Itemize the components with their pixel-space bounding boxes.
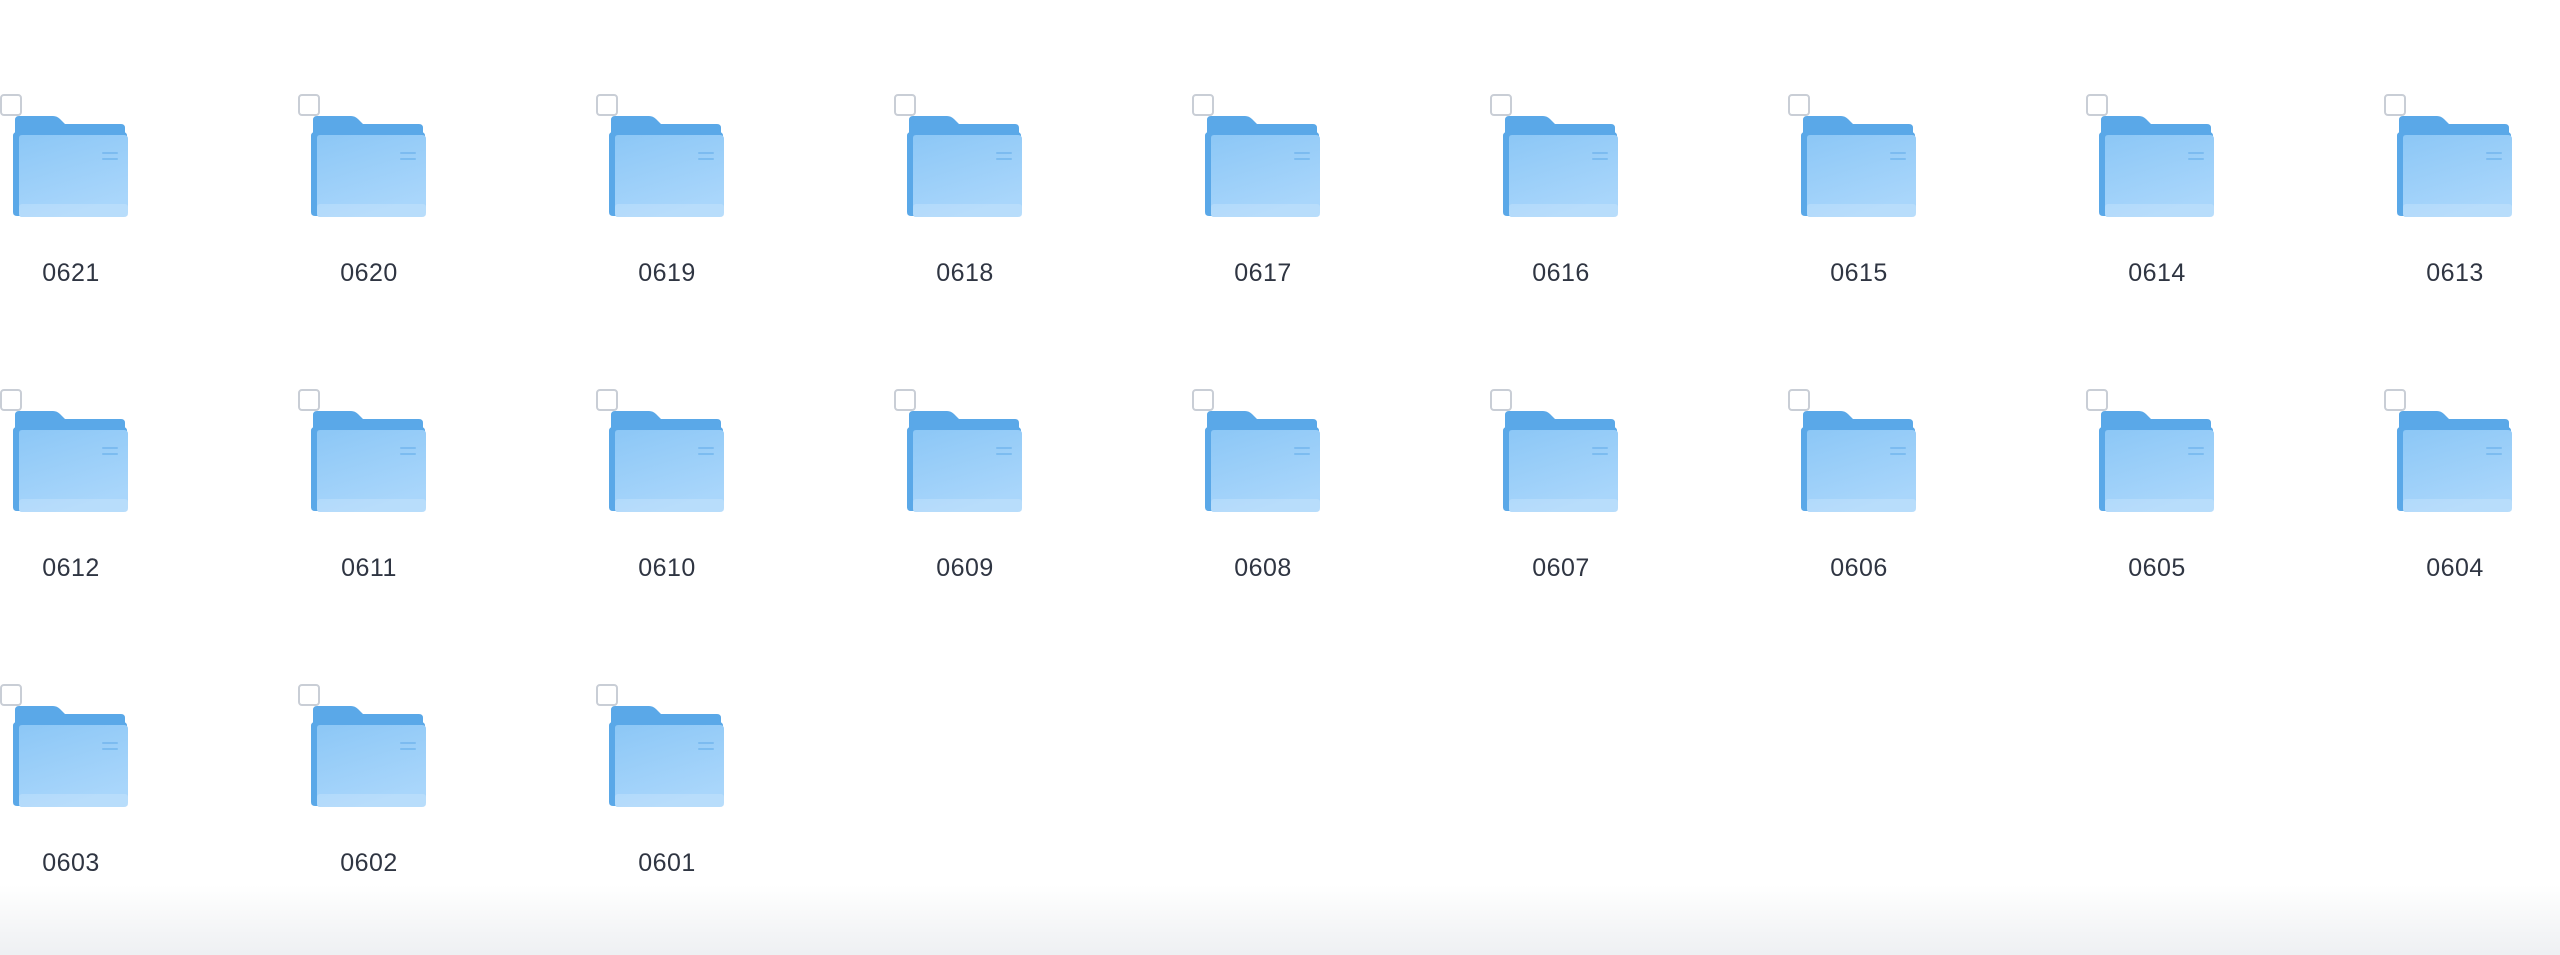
folder-icon [2397,411,2512,512]
folder-item[interactable]: 0606 [1788,295,1948,582]
folder-item[interactable]: 0617 [1192,0,1352,287]
folder-icon [1205,116,1320,217]
select-checkbox[interactable] [1788,94,1810,116]
folder-name: 0601 [638,849,696,877]
select-checkbox[interactable] [2086,94,2108,116]
folder-item[interactable]: 0611 [298,295,458,582]
folder-item[interactable]: 0609 [894,295,1054,582]
folder-icon [609,706,724,807]
folder-icon [13,706,128,807]
folder-name: 0617 [1234,259,1292,287]
select-checkbox[interactable] [0,94,22,116]
folder-item[interactable]: 0613 [2384,0,2544,287]
folder-name: 0612 [42,554,100,582]
folder-grid: 0621 0620 0619 0618 0617 0616 0615 0614 0613 0612… [0,0,2560,955]
folder-icon [907,116,1022,217]
folder-name: 0604 [2426,554,2484,582]
select-checkbox[interactable] [0,389,22,411]
folder-icon [907,411,1022,512]
select-checkbox[interactable] [1192,389,1214,411]
folder-icon [609,116,724,217]
folder-name: 0611 [341,554,397,582]
folder-item[interactable]: 0620 [298,0,458,287]
select-checkbox[interactable] [894,94,916,116]
folder-name: 0616 [1532,259,1590,287]
folder-name: 0607 [1532,554,1590,582]
select-checkbox[interactable] [596,684,618,706]
bottom-scroll-shadow [0,885,2560,955]
folder-item[interactable]: 0602 [298,590,458,877]
select-checkbox[interactable] [298,389,320,411]
folder-icon [311,116,426,217]
folder-name: 0613 [2426,259,2484,287]
folder-name: 0621 [42,259,100,287]
select-checkbox[interactable] [2384,94,2406,116]
folder-name: 0610 [638,554,696,582]
select-checkbox[interactable] [1490,389,1512,411]
folder-name: 0619 [638,259,696,287]
folder-icon [13,116,128,217]
folder-item[interactable]: 0614 [2086,0,2246,287]
folder-item[interactable]: 0604 [2384,295,2544,582]
folder-item[interactable]: 0610 [596,295,756,582]
select-checkbox[interactable] [894,389,916,411]
folder-item[interactable]: 0618 [894,0,1054,287]
folder-icon [13,411,128,512]
folder-item[interactable]: 0607 [1490,295,1650,582]
folder-icon [311,706,426,807]
select-checkbox[interactable] [596,389,618,411]
folder-name: 0605 [2128,554,2186,582]
folder-item[interactable]: 0601 [596,590,756,877]
select-checkbox[interactable] [0,684,22,706]
folder-icon [609,411,724,512]
folder-name: 0603 [42,849,100,877]
folder-icon [2099,116,2214,217]
folder-name: 0620 [340,259,398,287]
folder-item[interactable]: 0619 [596,0,756,287]
folder-icon [2099,411,2214,512]
select-checkbox[interactable] [298,94,320,116]
folder-icon [311,411,426,512]
folder-name: 0602 [340,849,398,877]
folder-item[interactable]: 0621 [0,0,160,287]
select-checkbox[interactable] [596,94,618,116]
folder-item[interactable]: 0603 [0,590,160,877]
folder-name: 0618 [936,259,994,287]
folder-icon [1503,411,1618,512]
folder-name: 0606 [1830,554,1888,582]
folder-item[interactable]: 0605 [2086,295,2246,582]
select-checkbox[interactable] [1192,94,1214,116]
select-checkbox[interactable] [2384,389,2406,411]
select-checkbox[interactable] [2086,389,2108,411]
folder-name: 0609 [936,554,994,582]
folder-name: 0614 [2128,259,2186,287]
folder-icon [1205,411,1320,512]
select-checkbox[interactable] [1490,94,1512,116]
folder-item[interactable]: 0612 [0,295,160,582]
folder-item[interactable]: 0615 [1788,0,1948,287]
select-checkbox[interactable] [1788,389,1810,411]
folder-icon [1801,411,1916,512]
select-checkbox[interactable] [298,684,320,706]
folder-name: 0608 [1234,554,1292,582]
folder-icon [2397,116,2512,217]
file-grid-view: 0621 0620 0619 0618 0617 0616 0615 0614 0613 0612… [0,0,2560,955]
folder-icon [1503,116,1618,217]
folder-item[interactable]: 0608 [1192,295,1352,582]
folder-item[interactable]: 0616 [1490,0,1650,287]
folder-name: 0615 [1830,259,1888,287]
folder-icon [1801,116,1916,217]
